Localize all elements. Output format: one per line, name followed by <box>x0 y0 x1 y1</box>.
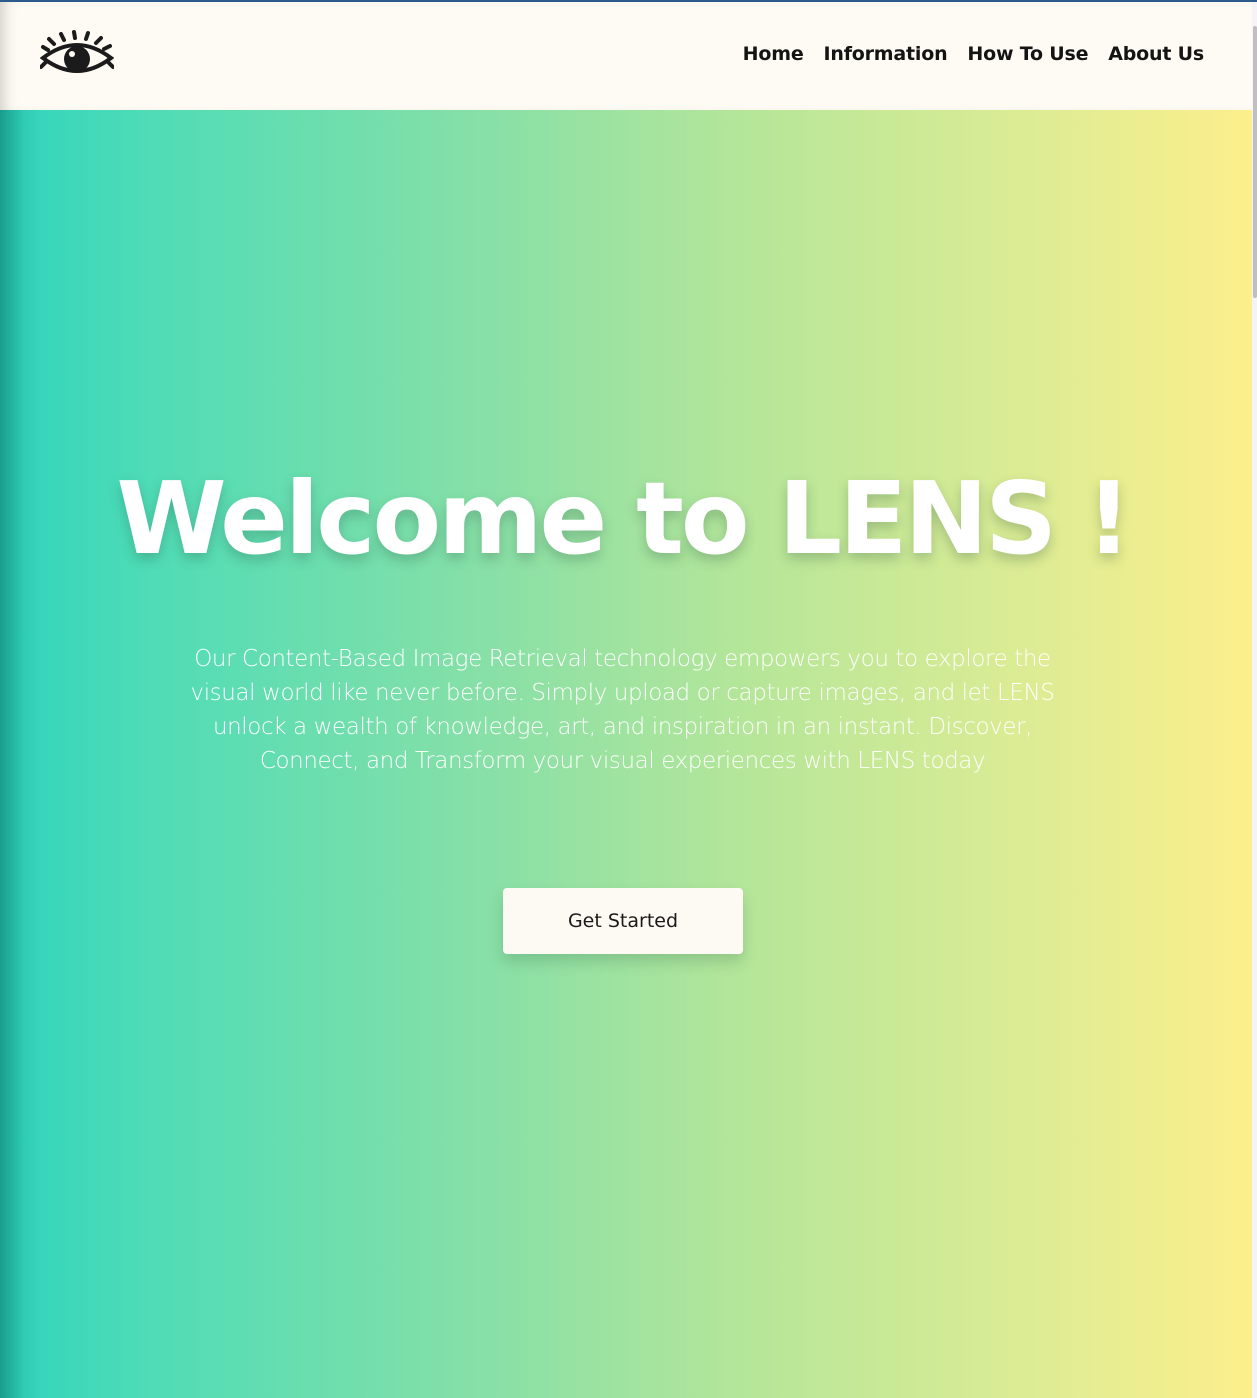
page: Home Information How To Use About Us Wel… <box>0 0 1257 1398</box>
main-nav: Home Information How To Use About Us <box>743 43 1205 65</box>
get-started-button[interactable]: Get Started <box>503 888 743 954</box>
hero-description: Our Content-Based Image Retrieval techno… <box>190 646 1055 774</box>
eye-icon[interactable] <box>39 30 115 82</box>
page-scrollbar[interactable] <box>1252 2 1257 1398</box>
hero-section: Welcome to LENS ! Our Content-Based Imag… <box>0 110 1252 1398</box>
nav-how-to-use[interactable]: How To Use <box>967 43 1088 65</box>
nav-home[interactable]: Home <box>743 43 804 65</box>
hero-left-shade <box>0 110 40 1398</box>
scrollbar-thumb[interactable] <box>1253 26 1257 298</box>
site-header: Home Information How To Use About Us <box>0 2 1252 110</box>
nav-information[interactable]: Information <box>824 43 948 65</box>
hero-title: Welcome to LENS ! <box>116 460 1131 577</box>
nav-about-us[interactable]: About Us <box>1108 43 1204 65</box>
